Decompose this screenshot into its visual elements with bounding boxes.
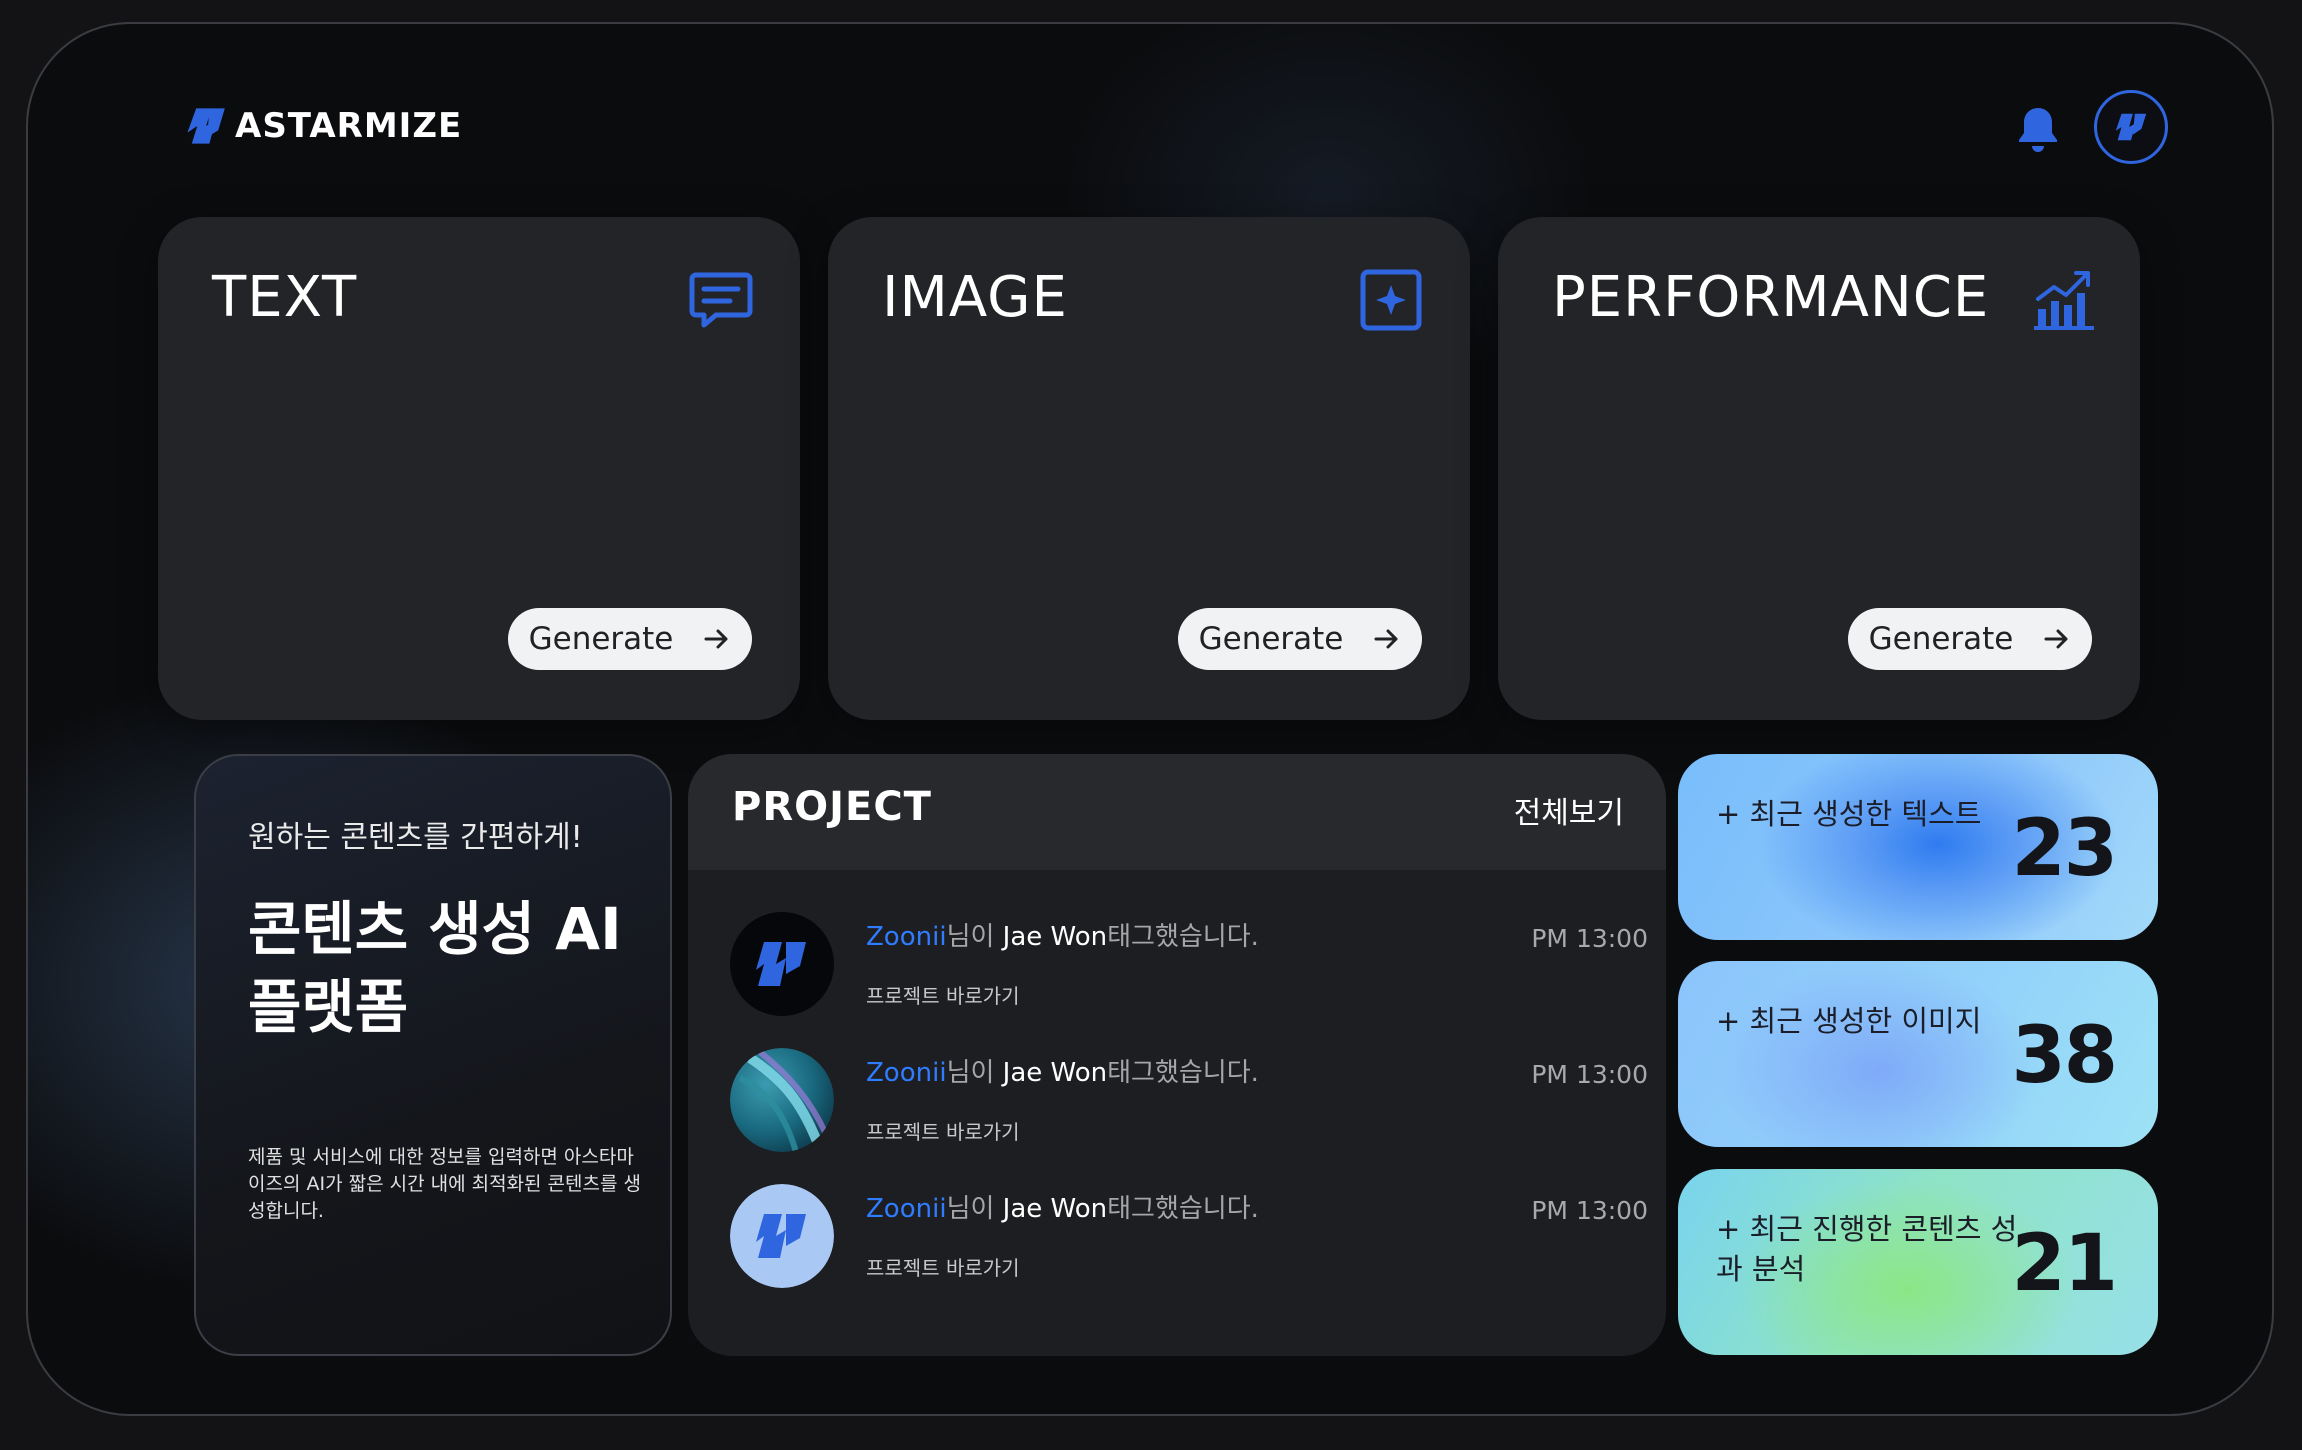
chat-icon [689, 272, 753, 328]
brand-name: ASTARMIZE [235, 106, 463, 146]
profile-avatar-button[interactable] [2094, 90, 2168, 164]
promo-card: 원하는 콘텐츠를 간편하게! 콘텐츠 생성 AI 플랫폼 제품 및 서비스에 대… [194, 754, 672, 1356]
chart-up-icon [2034, 271, 2094, 330]
timestamp: PM 13:00 [1531, 1196, 1648, 1225]
project-item[interactable]: Zoonii님이 Jae Won태그했습니다. 프로젝트 바로가기 PM 13:… [688, 1184, 1666, 1314]
timestamp: PM 13:00 [1531, 924, 1648, 953]
arrow-right-icon [1374, 629, 1398, 649]
promo-description: 제품 및 서비스에 대한 정보를 입력하면 아스타마이즈의 AI가 짧은 시간 … [248, 1146, 641, 1222]
project-shortcut-link[interactable]: 프로젝트 바로가기 [866, 980, 1020, 1009]
bell-icon[interactable] [2014, 104, 2062, 154]
stat-label: + 최근 진행한 콘텐츠 성과 분석 [1716, 1212, 2018, 1286]
arrow-right-icon [2044, 629, 2068, 649]
image-sparkle-icon [1360, 269, 1422, 331]
card-title: PERFORMANCE [1552, 265, 1990, 330]
stat-label: + 최근 생성한 텍스트 [1716, 797, 1982, 831]
generate-performance-button[interactable]: Generate [1848, 608, 2092, 670]
avatar [730, 912, 834, 1016]
stat-label: + 최근 생성한 이미지 [1716, 1004, 1982, 1038]
stat-card-performance[interactable]: + 최근 진행한 콘텐츠 성과 분석 21 [1678, 1169, 2158, 1355]
project-shortcut-link[interactable]: 프로젝트 바로가기 [866, 1252, 1020, 1281]
project-header: PROJECT 전체보기 [688, 754, 1666, 870]
astarmize-logo-icon [730, 912, 834, 1016]
view-all-link[interactable]: 전체보기 [1514, 788, 1624, 832]
brand-logo[interactable]: ASTARMIZE [183, 104, 462, 148]
card-title: TEXT [212, 265, 358, 330]
project-shortcut-link[interactable]: 프로젝트 바로가기 [866, 1116, 1020, 1145]
generate-label: Generate [1868, 621, 2014, 657]
image-card: IMAGE Generate [828, 217, 1470, 720]
stat-value: 38 [2011, 1011, 2118, 1101]
stat-card-image[interactable]: + 최근 생성한 이미지 38 [1678, 961, 2158, 1147]
generate-image-button[interactable]: Generate [1178, 608, 1422, 670]
performance-card: PERFORMANCE Generate [1498, 217, 2140, 720]
avatar [730, 1184, 834, 1288]
stat-card-text[interactable]: + 최근 생성한 텍스트 23 [1678, 754, 2158, 940]
abstract-photo-icon [730, 1048, 834, 1152]
project-item[interactable]: Zoonii님이 Jae Won태그했습니다. 프로젝트 바로가기 PM 13:… [688, 912, 1666, 1042]
promo-title: 콘텐츠 생성 AI 플랫폼 [248, 895, 622, 1041]
project-panel: PROJECT 전체보기 Zoonii님이 Jae Won태그했습니다. 프로젝… [688, 754, 1666, 1356]
astarmize-logo-icon [730, 1184, 834, 1288]
project-message: Zoonii님이 Jae Won태그했습니다. [866, 922, 1259, 952]
project-title: PROJECT [732, 784, 932, 830]
avatar [730, 1048, 834, 1152]
card-title: IMAGE [882, 265, 1068, 330]
generate-label: Generate [528, 621, 674, 657]
stat-value: 21 [2011, 1219, 2118, 1309]
timestamp: PM 13:00 [1531, 1060, 1648, 1089]
generate-label: Generate [1198, 621, 1344, 657]
stat-value: 23 [2011, 804, 2118, 894]
text-card: TEXT Generate [158, 217, 800, 720]
app-frame: ASTARMIZE TEXT Generate IMAGE Generate P… [26, 22, 2274, 1416]
project-message: Zoonii님이 Jae Won태그했습니다. [866, 1194, 1259, 1224]
astarmize-logo-icon [2115, 113, 2147, 141]
generate-text-button[interactable]: Generate [508, 608, 752, 670]
project-message: Zoonii님이 Jae Won태그했습니다. [866, 1058, 1259, 1088]
project-item[interactable]: Zoonii님이 Jae Won태그했습니다. 프로젝트 바로가기 PM 13:… [688, 1048, 1666, 1178]
arrow-right-icon [704, 629, 728, 649]
promo-subtitle: 원하는 콘텐츠를 간편하게! [248, 820, 583, 855]
astarmize-logo-icon [187, 108, 225, 144]
